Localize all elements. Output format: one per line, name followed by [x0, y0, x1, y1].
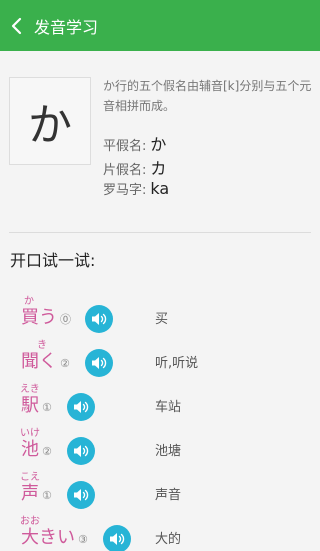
play-audio-button[interactable] [67, 481, 95, 509]
practice-row: か 買う ⓪ 买 [0, 289, 320, 333]
play-audio-button[interactable] [85, 305, 113, 333]
meaning-text: 大的 [155, 532, 182, 547]
accent-mark: ① [42, 489, 52, 502]
practice-word: いけ 池 ② [20, 428, 52, 461]
practice-word: か 買う ⓪ [21, 296, 71, 329]
meaning-text: 声音 [155, 488, 182, 503]
practice-word: えき 駅 ① [20, 384, 52, 417]
furigana: えき [20, 384, 40, 395]
word-text: 池 [21, 439, 39, 460]
page-title: 发音学习 [34, 17, 99, 37]
romaji-value: ka [150, 179, 170, 198]
speaker-icon [74, 445, 89, 457]
practice-word: こえ 声 ① [20, 472, 52, 505]
meaning-text: 池塘 [155, 444, 182, 459]
accent-mark: ③ [78, 533, 88, 546]
accent-mark: ② [42, 445, 52, 458]
word-text: 買う [21, 307, 57, 328]
chevron-left-icon [11, 17, 22, 34]
furigana: き [37, 340, 47, 351]
practice-title: 开口试一试: [10, 251, 96, 270]
practice-row: おお 大きい ③ 大的 [0, 509, 320, 551]
furigana: いけ [20, 428, 40, 439]
practice-word: おお 大きい ③ [20, 516, 88, 549]
practice-row: えき 駅 ① 车站 [0, 377, 320, 421]
app-bar: 发音学习 [0, 0, 320, 51]
practice-row: こえ 声 ① 声音 [0, 465, 320, 509]
speaker-icon [92, 357, 107, 369]
back-button[interactable] [0, 0, 34, 51]
furigana: こえ [20, 472, 40, 483]
accent-mark: ① [42, 401, 52, 414]
word-text: 大きい [21, 527, 75, 548]
kana-description: か行的五个假名由辅音[k]分别与五个元音相拼而成。 [103, 79, 312, 113]
kana-display: か [9, 77, 91, 165]
play-audio-button[interactable] [67, 437, 95, 465]
romaji-row: 罗马字: ka [103, 179, 169, 198]
word-text: 駅 [21, 395, 39, 416]
hiragana-label: 平假名: [103, 139, 147, 154]
speaker-icon [110, 533, 125, 545]
practice-row: いけ 池 ② 池塘 [0, 421, 320, 465]
play-audio-button[interactable] [67, 393, 95, 421]
practice-word: き 聞く ② [21, 340, 70, 373]
katakana-label: 片假名: [103, 163, 147, 178]
meaning-text: 买 [155, 312, 169, 327]
word-text: 聞く [21, 351, 57, 372]
play-audio-button[interactable] [103, 525, 131, 551]
hiragana-row: 平假名: か [103, 131, 166, 155]
speaker-icon [74, 489, 89, 501]
furigana: か [24, 296, 34, 307]
divider [9, 232, 311, 233]
furigana: おお [20, 516, 40, 527]
speaker-icon [74, 401, 89, 413]
katakana-row: 片假名: カ [103, 155, 166, 179]
speaker-icon [92, 313, 107, 325]
word-text: 声 [21, 483, 39, 504]
meaning-text: 听,听说 [155, 356, 199, 371]
practice-row: き 聞く ② 听,听说 [0, 333, 320, 377]
meaning-text: 车站 [155, 400, 182, 415]
katakana-value: カ [150, 159, 167, 178]
romaji-label: 罗马字: [103, 183, 147, 198]
play-audio-button[interactable] [85, 349, 113, 377]
accent-mark: ② [60, 357, 70, 370]
hiragana-value: か [150, 135, 167, 154]
accent-mark: ⓪ [60, 313, 71, 326]
